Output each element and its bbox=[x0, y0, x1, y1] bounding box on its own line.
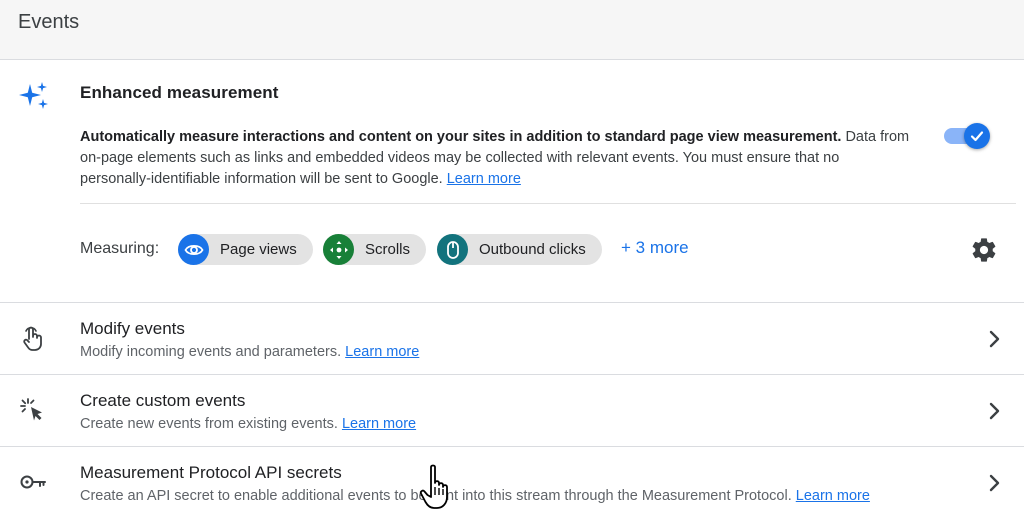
create-custom-events-row[interactable]: Create custom events Create new events f… bbox=[0, 375, 1024, 447]
row-description-text: Create an API secret to enable additiona… bbox=[80, 488, 792, 504]
key-icon bbox=[20, 475, 46, 489]
checkmark-icon bbox=[970, 131, 984, 142]
row-description: Modify incoming events and parameters. L… bbox=[80, 344, 419, 360]
row-title: Modify events bbox=[80, 319, 185, 338]
touch-hand-icon bbox=[23, 326, 42, 351]
row-description: Create new events from existing events. … bbox=[80, 416, 416, 432]
section-divider bbox=[80, 203, 1016, 204]
page-title: Events bbox=[18, 11, 80, 33]
row-title: Create custom events bbox=[80, 391, 246, 410]
description-lead: Automatically measure interactions and c… bbox=[80, 129, 842, 145]
enhanced-measurement-description: Automatically measure interactions and c… bbox=[80, 127, 910, 190]
chip-label: Outbound clicks bbox=[479, 241, 586, 258]
page-header: Events bbox=[0, 0, 1024, 60]
chip-scrolls[interactable]: Scrolls bbox=[323, 234, 427, 265]
measurement-protocol-row[interactable]: Measurement Protocol API secrets Create … bbox=[0, 447, 1024, 515]
modify-events-row[interactable]: Modify events Modify incoming events and… bbox=[0, 303, 1024, 375]
row-description-text: Create new events from existing events. bbox=[80, 416, 338, 432]
scroll-arrows-icon bbox=[323, 234, 354, 265]
enhanced-measurement-title: Enhanced measurement bbox=[80, 83, 279, 102]
sparkle-icon bbox=[19, 82, 48, 109]
chip-label: Page views bbox=[220, 241, 297, 258]
enhanced-measurement-toggle[interactable] bbox=[944, 123, 990, 151]
cursor-click-icon bbox=[20, 398, 42, 421]
chevron-right-icon bbox=[989, 402, 1000, 420]
row-description-text: Modify incoming events and parameters. bbox=[80, 344, 342, 360]
chevron-right-icon bbox=[989, 474, 1000, 492]
row-title: Measurement Protocol API secrets bbox=[80, 463, 342, 482]
more-measurements-link[interactable]: + 3 more bbox=[621, 238, 689, 258]
enhanced-measurement-section: Enhanced measurement Automatically measu… bbox=[0, 60, 1024, 303]
chip-page-views[interactable]: Page views bbox=[178, 234, 313, 265]
chip-outbound-clicks[interactable]: Outbound clicks bbox=[437, 234, 602, 265]
eye-icon bbox=[178, 234, 209, 265]
row-description: Create an API secret to enable additiona… bbox=[80, 488, 870, 504]
measuring-label: Measuring: bbox=[80, 240, 160, 257]
mouse-icon bbox=[437, 234, 468, 265]
learn-more-link[interactable]: Learn more bbox=[447, 171, 521, 187]
chevron-right-icon bbox=[989, 330, 1000, 348]
chip-label: Scrolls bbox=[365, 241, 411, 258]
toggle-knob bbox=[964, 123, 990, 149]
gear-icon[interactable] bbox=[970, 236, 998, 264]
learn-more-link[interactable]: Learn more bbox=[345, 344, 419, 360]
learn-more-link[interactable]: Learn more bbox=[342, 416, 416, 432]
learn-more-link[interactable]: Learn more bbox=[796, 488, 870, 504]
